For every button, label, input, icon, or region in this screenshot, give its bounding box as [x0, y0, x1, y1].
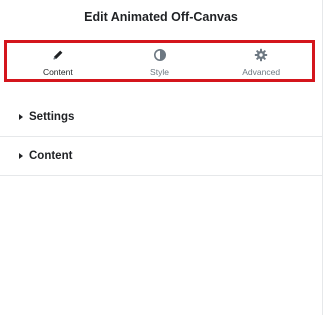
tab-content-label: Content: [42, 67, 73, 77]
divider: [0, 175, 322, 176]
section-settings[interactable]: Settings: [0, 98, 322, 136]
gear-icon: [254, 48, 268, 62]
pencil-icon: [53, 50, 63, 60]
tab-style[interactable]: Style: [109, 43, 211, 79]
caret-right-icon: [19, 153, 23, 159]
half-circle-icon: [153, 49, 166, 61]
section-content[interactable]: Content: [0, 137, 322, 175]
tab-style-label: Style: [150, 67, 169, 77]
tab-content[interactable]: Content: [7, 43, 109, 79]
section-content-label: Content: [29, 150, 73, 162]
tab-bar: Content Style Advanced: [4, 40, 315, 82]
panel-title: Edit Animated Off-Canvas: [84, 10, 238, 24]
tab-advanced-label: Advanced: [242, 67, 281, 77]
caret-right-icon: [19, 114, 23, 120]
tab-advanced[interactable]: Advanced: [210, 43, 312, 79]
editor-panel: Edit Animated Off-Canvas Content Style A…: [0, 0, 322, 315]
section-settings-label: Settings: [29, 111, 75, 123]
